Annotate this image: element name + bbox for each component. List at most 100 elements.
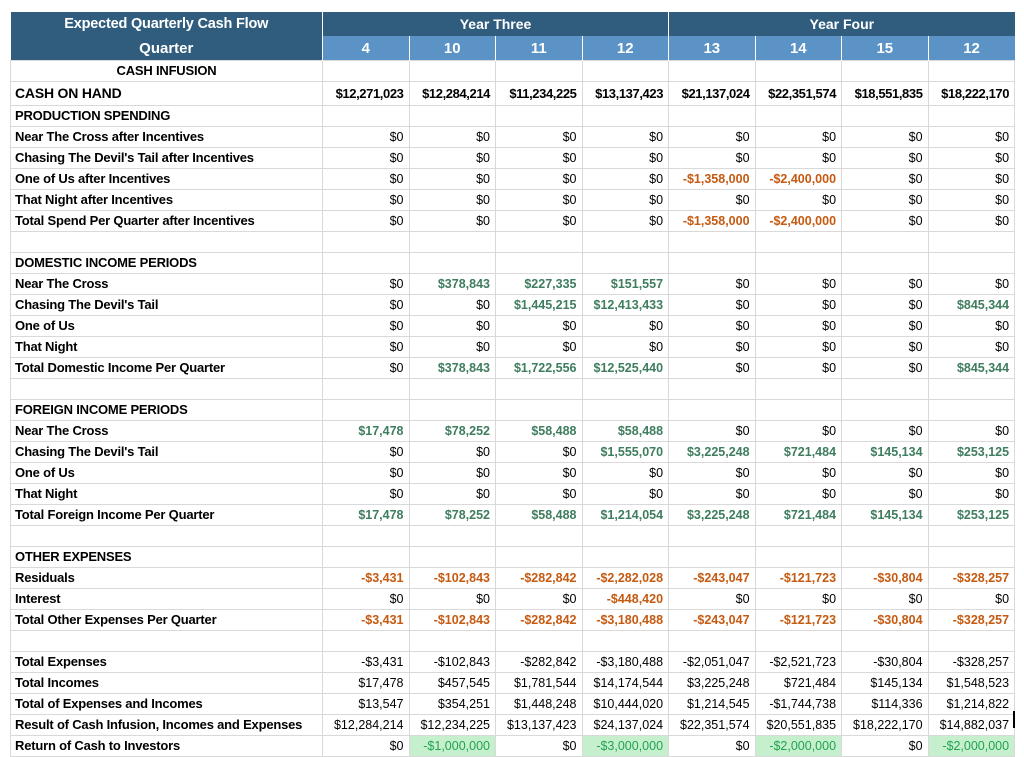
value-cell[interactable]: -$2,400,000 [754, 210, 843, 232]
empty-cell[interactable] [495, 630, 583, 652]
value-cell[interactable]: $0 [668, 147, 756, 169]
empty-cell[interactable] [754, 105, 843, 127]
value-cell[interactable]: $0 [408, 210, 496, 232]
value-cell[interactable]: $11,234,225 [495, 81, 583, 106]
table-title[interactable]: Expected Quarterly Cash Flow [10, 12, 323, 36]
empty-cell[interactable] [841, 546, 929, 568]
value-cell[interactable]: $0 [927, 168, 1016, 190]
empty-cell[interactable] [841, 105, 929, 127]
value-cell[interactable]: $1,448,248 [495, 693, 583, 715]
empty-cell[interactable] [322, 231, 410, 253]
value-cell[interactable]: $13,547 [322, 693, 410, 715]
value-cell[interactable]: $0 [841, 462, 929, 484]
value-cell[interactable]: $0 [322, 357, 410, 379]
section-label[interactable]: OTHER EXPENSES [10, 546, 323, 568]
value-cell[interactable]: $354,251 [408, 693, 496, 715]
empty-cell[interactable] [322, 525, 410, 547]
value-cell[interactable]: $0 [495, 735, 583, 757]
value-cell[interactable]: $13,137,423 [495, 714, 583, 736]
value-cell[interactable]: $721,484 [754, 441, 843, 463]
value-cell[interactable]: -$3,431 [322, 651, 410, 673]
value-cell[interactable]: $3,225,248 [668, 441, 756, 463]
value-cell[interactable]: $0 [668, 462, 756, 484]
row-label[interactable]: Near The Cross after Incentives [10, 126, 323, 148]
empty-cell[interactable] [495, 105, 583, 127]
empty-cell[interactable] [408, 525, 496, 547]
value-cell[interactable]: $0 [841, 168, 929, 190]
value-cell[interactable]: $0 [927, 147, 1016, 169]
value-cell[interactable]: $0 [322, 588, 410, 610]
empty-cell[interactable] [668, 252, 756, 274]
value-cell[interactable]: $78,252 [408, 504, 496, 526]
value-cell[interactable]: -$2,400,000 [754, 168, 843, 190]
row-label[interactable]: Total Domestic Income Per Quarter [10, 357, 323, 379]
quarter-cell[interactable]: 4 [322, 36, 409, 61]
value-cell[interactable]: $0 [495, 336, 583, 358]
empty-cell[interactable] [841, 525, 929, 547]
value-cell[interactable]: -$1,358,000 [668, 168, 756, 190]
value-cell[interactable]: $17,478 [322, 504, 410, 526]
value-cell[interactable]: $21,137,024 [668, 81, 756, 106]
value-cell[interactable]: $0 [581, 483, 670, 505]
value-cell[interactable]: -$2,000,000 [927, 735, 1016, 757]
empty-cell[interactable] [581, 60, 670, 82]
value-cell[interactable]: $0 [322, 126, 410, 148]
empty-cell[interactable] [322, 630, 410, 652]
value-cell[interactable]: $12,284,214 [322, 714, 410, 736]
value-cell[interactable]: -$282,842 [495, 567, 583, 589]
blank-cell[interactable] [10, 630, 323, 652]
empty-cell[interactable] [408, 399, 496, 421]
row-label[interactable]: One of Us after Incentives [10, 168, 323, 190]
value-cell[interactable]: $0 [495, 315, 583, 337]
value-cell[interactable]: $721,484 [754, 504, 843, 526]
value-cell[interactable]: $0 [668, 483, 756, 505]
empty-cell[interactable] [581, 630, 670, 652]
empty-cell[interactable] [408, 231, 496, 253]
value-cell[interactable]: $0 [668, 273, 756, 295]
value-cell[interactable]: $0 [581, 168, 670, 190]
value-cell[interactable]: -$3,431 [322, 567, 410, 589]
empty-cell[interactable] [581, 105, 670, 127]
value-cell[interactable]: $0 [581, 147, 670, 169]
value-cell[interactable]: $0 [927, 126, 1016, 148]
value-cell[interactable]: $20,551,835 [754, 714, 843, 736]
value-cell[interactable]: -$1,000,000 [408, 735, 496, 757]
row-label[interactable]: Total Expenses [10, 651, 323, 673]
value-cell[interactable]: -$102,843 [408, 651, 496, 673]
empty-cell[interactable] [408, 60, 496, 82]
empty-cell[interactable] [668, 60, 756, 82]
value-cell[interactable]: $3,225,248 [668, 672, 756, 694]
value-cell[interactable]: -$121,723 [754, 609, 843, 631]
value-cell[interactable]: $0 [322, 735, 410, 757]
blank-cell[interactable] [10, 525, 323, 547]
empty-cell[interactable] [495, 399, 583, 421]
value-cell[interactable]: $18,551,835 [841, 81, 929, 106]
empty-cell[interactable] [495, 60, 583, 82]
value-cell[interactable]: -$2,521,723 [754, 651, 843, 673]
value-cell[interactable]: $145,134 [841, 504, 929, 526]
value-cell[interactable]: $0 [495, 210, 583, 232]
value-cell[interactable]: $0 [581, 336, 670, 358]
empty-cell[interactable] [322, 105, 410, 127]
value-cell[interactable]: $18,222,170 [927, 81, 1016, 106]
value-cell[interactable]: $22,351,574 [668, 714, 756, 736]
value-cell[interactable]: $0 [841, 294, 929, 316]
value-cell[interactable]: $0 [754, 294, 843, 316]
value-cell[interactable]: $0 [668, 588, 756, 610]
value-cell[interactable]: $18,222,170 [841, 714, 929, 736]
row-label[interactable]: One of Us [10, 315, 323, 337]
row-label[interactable]: That Night [10, 483, 323, 505]
empty-cell[interactable] [668, 105, 756, 127]
value-cell[interactable]: $0 [927, 210, 1016, 232]
value-cell[interactable]: $0 [408, 336, 496, 358]
value-cell[interactable]: $12,525,440 [581, 357, 670, 379]
value-cell[interactable]: $1,548,523 [927, 672, 1016, 694]
value-cell[interactable]: $0 [495, 588, 583, 610]
value-cell[interactable]: $17,478 [322, 672, 410, 694]
empty-cell[interactable] [408, 378, 496, 400]
empty-cell[interactable] [927, 546, 1016, 568]
empty-cell[interactable] [841, 630, 929, 652]
value-cell[interactable]: $12,413,433 [581, 294, 670, 316]
section-label[interactable]: FOREIGN INCOME PERIODS [10, 399, 323, 421]
empty-cell[interactable] [495, 525, 583, 547]
